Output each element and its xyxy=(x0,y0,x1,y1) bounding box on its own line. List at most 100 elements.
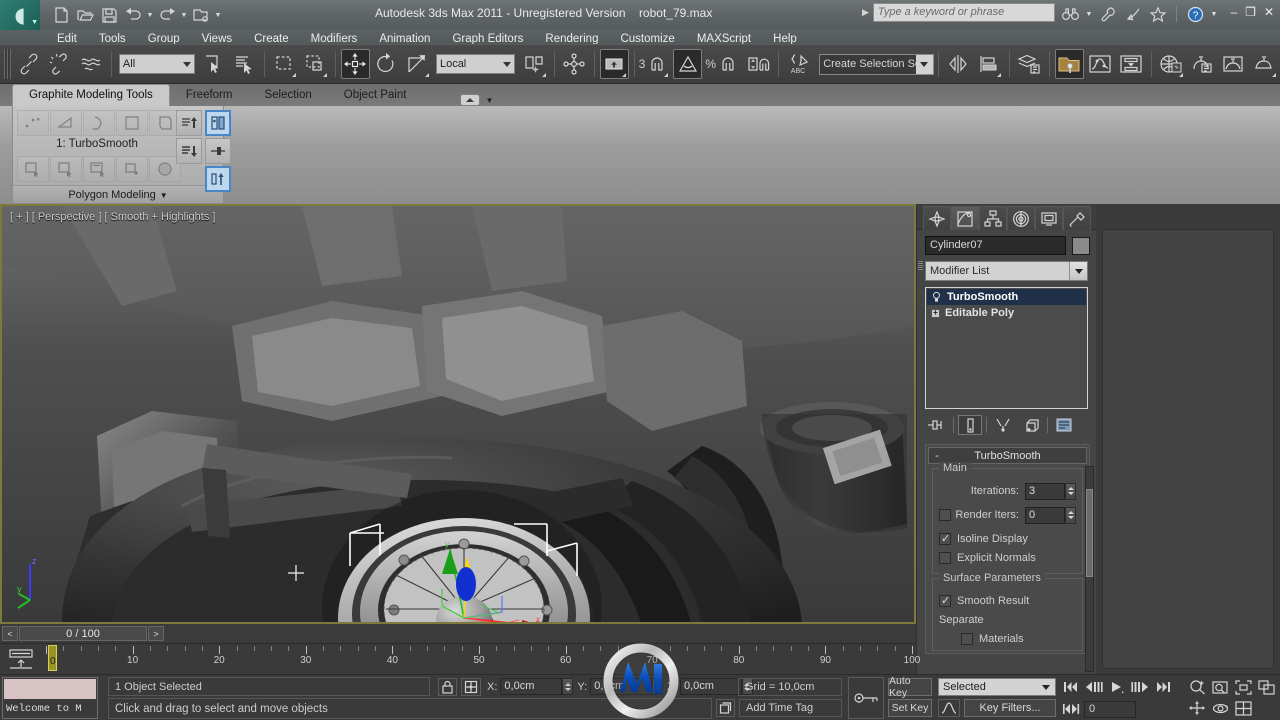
percent-snap-icon[interactable] xyxy=(713,49,742,79)
remove-modifier-icon[interactable] xyxy=(1019,415,1043,435)
spinner-snap-icon[interactable] xyxy=(744,49,773,79)
open-file-icon[interactable] xyxy=(74,4,96,26)
help-dropdown-icon[interactable]: ▼ xyxy=(1210,11,1218,18)
restore-button[interactable]: ❐ xyxy=(1245,5,1256,19)
maxscript-input-line[interactable] xyxy=(4,679,96,699)
select-link-icon[interactable] xyxy=(15,49,44,79)
z-input[interactable]: 0,0cm xyxy=(679,678,742,695)
window-crossing-icon[interactable] xyxy=(301,49,330,79)
next-frame-arrow[interactable]: > xyxy=(148,626,164,641)
explicit-normals-checkbox[interactable] xyxy=(939,551,951,564)
render-iterative-icon[interactable] xyxy=(1250,49,1279,79)
vertex-subobject-icon[interactable] xyxy=(17,110,49,136)
open-mini-curve-editor-icon[interactable] xyxy=(8,648,34,670)
new-file-icon[interactable] xyxy=(50,4,72,26)
current-frame-input[interactable]: 0 xyxy=(1084,700,1136,718)
select-and-scale-icon[interactable] xyxy=(403,49,432,79)
scrollbar-thumb[interactable] xyxy=(1086,489,1093,577)
orbit-icon[interactable] xyxy=(1209,698,1231,718)
toolbar-grip[interactable] xyxy=(4,49,11,79)
tab-freeform[interactable]: Freeform xyxy=(170,85,249,106)
maximize-viewport-icon[interactable] xyxy=(1232,698,1254,718)
curve-editor-icon[interactable] xyxy=(1086,49,1115,79)
set-project-folder-icon[interactable] xyxy=(190,4,212,26)
spinner-arrows-icon[interactable] xyxy=(1065,482,1076,500)
select-and-rotate-icon[interactable] xyxy=(372,49,401,79)
edit-named-selection-sets-icon[interactable]: ABC xyxy=(784,49,813,79)
tab-graphite-modeling-tools[interactable]: Graphite Modeling Tools xyxy=(12,84,170,106)
align-icon[interactable] xyxy=(975,49,1004,79)
snap-toggle-icon[interactable] xyxy=(599,49,629,79)
schematic-view-icon[interactable] xyxy=(1117,49,1146,79)
stack-item-turbosmooth[interactable]: TurboSmooth xyxy=(927,289,1086,305)
minimize-button[interactable]: – xyxy=(1230,5,1237,19)
unlink-selection-icon[interactable] xyxy=(46,49,75,79)
smooth-result-checkbox[interactable] xyxy=(939,594,951,607)
iterations-value[interactable]: 3 xyxy=(1025,482,1065,500)
x-input[interactable]: 0,0cm xyxy=(500,678,563,695)
edge-subobject-icon[interactable] xyxy=(50,110,82,136)
favorites-star-icon[interactable] xyxy=(1148,4,1168,24)
key-mode-toggle-icon[interactable] xyxy=(848,677,884,719)
show-end-result-icon[interactable] xyxy=(958,415,982,435)
timeline-ruler[interactable]: 10 20 30 40 50 60 70 80 90 100 xyxy=(46,644,920,674)
rendered-frame-window-icon[interactable] xyxy=(1188,49,1217,79)
play-animation-button[interactable] xyxy=(1106,677,1128,697)
angle-snap-icon[interactable] xyxy=(673,49,703,79)
chevron-down-icon[interactable]: ▼ xyxy=(485,96,493,105)
spinner-arrows-icon[interactable] xyxy=(652,678,664,695)
render-production-icon[interactable] xyxy=(1219,49,1248,79)
selection-lock-toggle-icon[interactable] xyxy=(438,678,457,696)
perspective-viewport[interactable]: x y [ + ] [ Perspective ] [ Smooth + Hig… xyxy=(0,204,916,624)
tab-object-paint[interactable]: Object Paint xyxy=(328,85,423,106)
show-end-result-icon[interactable] xyxy=(205,110,231,136)
select-object-icon[interactable] xyxy=(199,49,228,79)
border-subobject-icon[interactable] xyxy=(83,110,115,136)
use-pivot-center-icon[interactable] xyxy=(519,49,548,79)
zoom-icon[interactable] xyxy=(1186,677,1208,697)
zoom-extents-icon[interactable] xyxy=(1232,677,1254,697)
previous-frame-button[interactable] xyxy=(1083,677,1105,697)
tab-selection[interactable]: Selection xyxy=(248,85,327,106)
go-to-end-button[interactable] xyxy=(1152,677,1174,697)
maxscript-mini-listener[interactable]: Welcome to M xyxy=(2,677,98,719)
search-input[interactable]: Type a keyword or phrase xyxy=(872,3,1055,22)
application-menu-button[interactable]: ◖ ▼ xyxy=(0,0,40,30)
expand-plus-icon[interactable]: + xyxy=(931,308,940,318)
isoline-display-row[interactable]: Isoline Display xyxy=(939,529,1076,548)
hierarchy-tab[interactable] xyxy=(979,206,1007,230)
material-editor-icon[interactable] xyxy=(1054,49,1084,79)
select-and-manipulate-icon[interactable] xyxy=(560,49,589,79)
search-binoculars-icon[interactable] xyxy=(1060,4,1080,24)
y-input[interactable]: 0,0cm xyxy=(590,678,653,695)
ribbon-minimize-icon[interactable] xyxy=(460,94,481,106)
lightbulb-icon[interactable] xyxy=(931,291,942,303)
chevron-right-icon[interactable]: ▶ xyxy=(862,7,869,18)
utilities-tab[interactable] xyxy=(1063,206,1091,230)
viewport-label[interactable]: [ + ] [ Perspective ] [ Smooth + Highlig… xyxy=(10,211,215,223)
add-time-tag-icon[interactable] xyxy=(716,699,735,717)
set-key-button[interactable]: Set Key xyxy=(888,699,932,717)
absolute-relative-coords-toggle-icon[interactable] xyxy=(461,678,481,696)
add-time-tag-label[interactable]: Add Time Tag xyxy=(739,699,842,717)
explicit-normals-row[interactable]: Explicit Normals xyxy=(939,548,1076,567)
key-mode-dropdown[interactable]: Selected xyxy=(938,678,1056,696)
display-tab[interactable] xyxy=(1035,206,1063,230)
configure-modifier-sets-icon[interactable] xyxy=(1052,415,1076,435)
motion-tab[interactable] xyxy=(1007,206,1035,230)
search-dropdown-icon[interactable]: ▼ xyxy=(1085,11,1093,18)
render-iters-value[interactable]: 0 xyxy=(1025,506,1065,524)
close-button[interactable]: ✕ xyxy=(1264,5,1274,19)
select-by-name-icon[interactable] xyxy=(230,49,259,79)
render-iters-checkbox[interactable] xyxy=(939,509,951,521)
time-slider-handle[interactable]: 0 xyxy=(48,645,57,671)
redo-dropdown-icon[interactable]: ▼ xyxy=(180,12,188,19)
rectangular-selection-region-icon[interactable] xyxy=(270,49,299,79)
panel-resize-grip[interactable] xyxy=(918,260,923,270)
command-panel-scrollbar[interactable] xyxy=(1085,466,1094,672)
isoline-display-checkbox[interactable] xyxy=(939,532,951,545)
make-unique-icon[interactable] xyxy=(205,166,231,192)
object-name-input[interactable]: Cylinder07 xyxy=(925,236,1066,255)
previous-frame-arrow[interactable]: < xyxy=(2,626,18,641)
help-icon[interactable]: ? xyxy=(1185,4,1205,24)
